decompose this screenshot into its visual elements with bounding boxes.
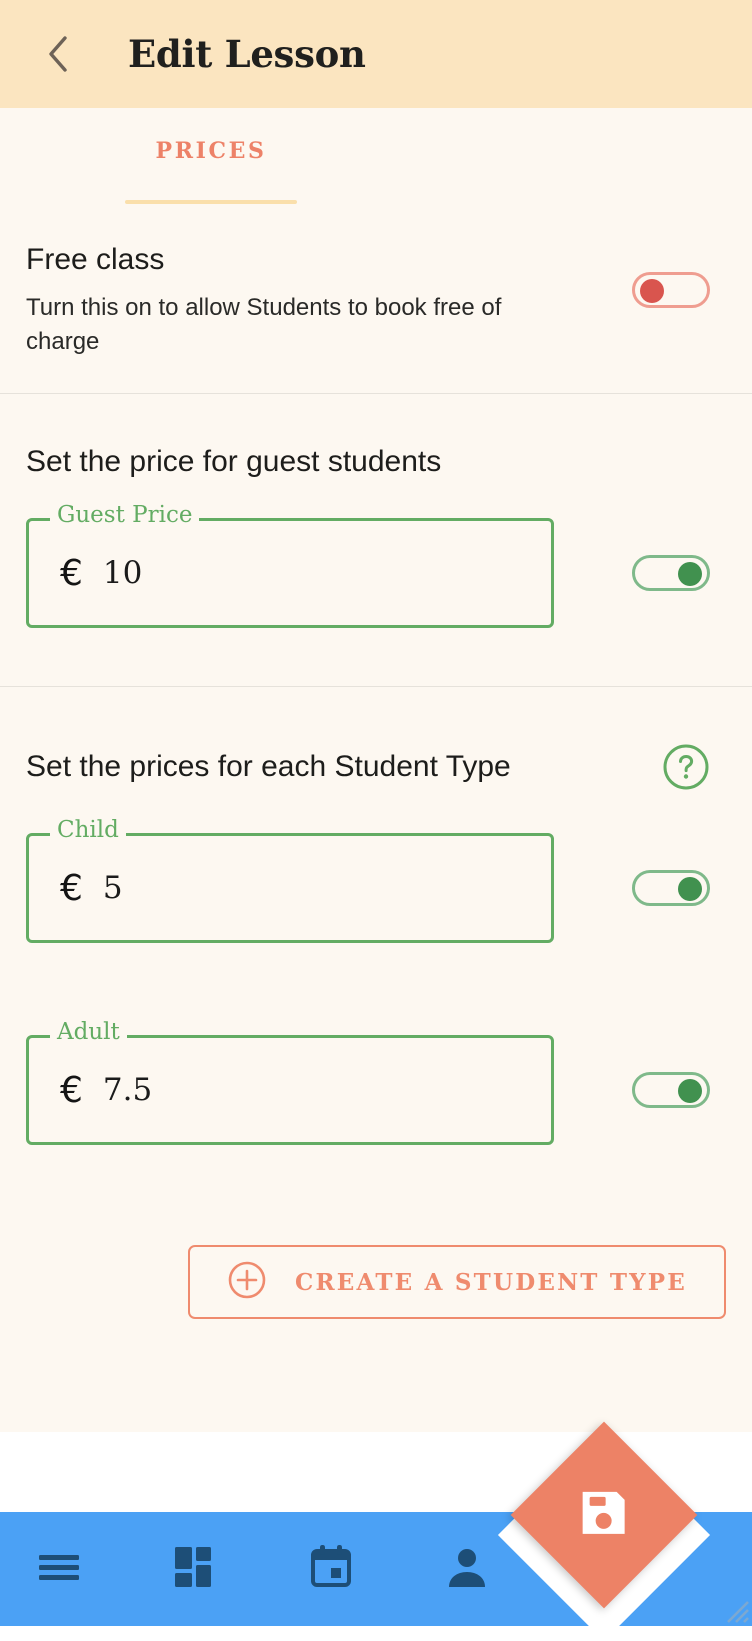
tab-prices-label: PRICES	[155, 138, 267, 164]
student-types-title: Set the prices for each Student Type	[26, 750, 511, 784]
section-student-types: Set the prices for each Student Type Chi…	[0, 687, 752, 1146]
currency-symbol: €	[60, 867, 83, 909]
dashboard-icon	[175, 1546, 215, 1592]
menu-icon	[37, 1551, 81, 1588]
bottom-navigation	[0, 1421, 752, 1641]
student-type-field[interactable]: Adult € 7.5	[26, 1021, 554, 1146]
nav-item-dashboard[interactable]	[166, 1540, 224, 1598]
calendar-icon	[310, 1544, 352, 1594]
toggle-knob	[678, 1079, 702, 1104]
nav-item-menu[interactable]	[30, 1540, 88, 1598]
toggle-knob	[678, 562, 702, 587]
plus-circle-icon	[227, 1260, 267, 1305]
student-type-value-group: € 7.5	[60, 1035, 152, 1145]
section-guest-price: Set the price for guest students Guest P…	[0, 394, 752, 686]
toggle-knob	[640, 279, 664, 303]
nav-item-profile[interactable]	[438, 1540, 496, 1598]
toggle-knob	[678, 877, 702, 902]
student-type-toggle[interactable]	[632, 1072, 710, 1109]
chevron-left-icon	[45, 34, 71, 74]
free-class-description: Turn this on to allow Students to book f…	[26, 294, 502, 356]
create-student-type-button[interactable]: CREATE A STUDENT TYPE	[188, 1245, 726, 1320]
app-bar: Edit Lesson	[0, 0, 752, 108]
student-type-amount: 7.5	[102, 1072, 153, 1109]
student-type-field[interactable]: Child € 5	[26, 819, 554, 944]
free-class-title: Free class	[26, 243, 165, 276]
section-free-class: Free class Turn this on to allow Student…	[0, 204, 752, 393]
create-student-type-label: CREATE A STUDENT TYPE	[294, 1268, 687, 1296]
guest-price-amount: 10	[102, 555, 143, 592]
free-class-toggle[interactable]	[632, 272, 710, 308]
window-resize-handle[interactable]	[720, 1594, 750, 1624]
create-student-type-wrap: CREATE A STUDENT TYPE	[0, 1245, 752, 1320]
currency-symbol: €	[60, 1069, 83, 1111]
student-type-amount: 5	[102, 870, 123, 907]
tab-prices[interactable]: PRICES	[125, 138, 297, 204]
student-type-value-group: € 5	[60, 833, 123, 943]
save-icon	[577, 1486, 631, 1545]
currency-symbol: €	[60, 552, 83, 594]
guest-price-field[interactable]: Guest Price € 10	[26, 504, 554, 629]
scroll-content: PRICES Free class Turn this on to allow …	[0, 108, 752, 1432]
guest-price-toggle[interactable]	[632, 555, 710, 592]
guest-price-value-group: € 10	[60, 518, 142, 628]
help-circle-icon[interactable]	[662, 743, 710, 791]
nav-item-calendar[interactable]	[302, 1540, 360, 1598]
person-icon	[447, 1547, 487, 1592]
tab-bar: PRICES	[0, 108, 752, 204]
page-title: Edit Lesson	[128, 32, 366, 76]
student-type-toggle[interactable]	[632, 870, 710, 907]
guest-price-title: Set the price for guest students	[26, 445, 442, 479]
back-button[interactable]	[32, 28, 84, 80]
